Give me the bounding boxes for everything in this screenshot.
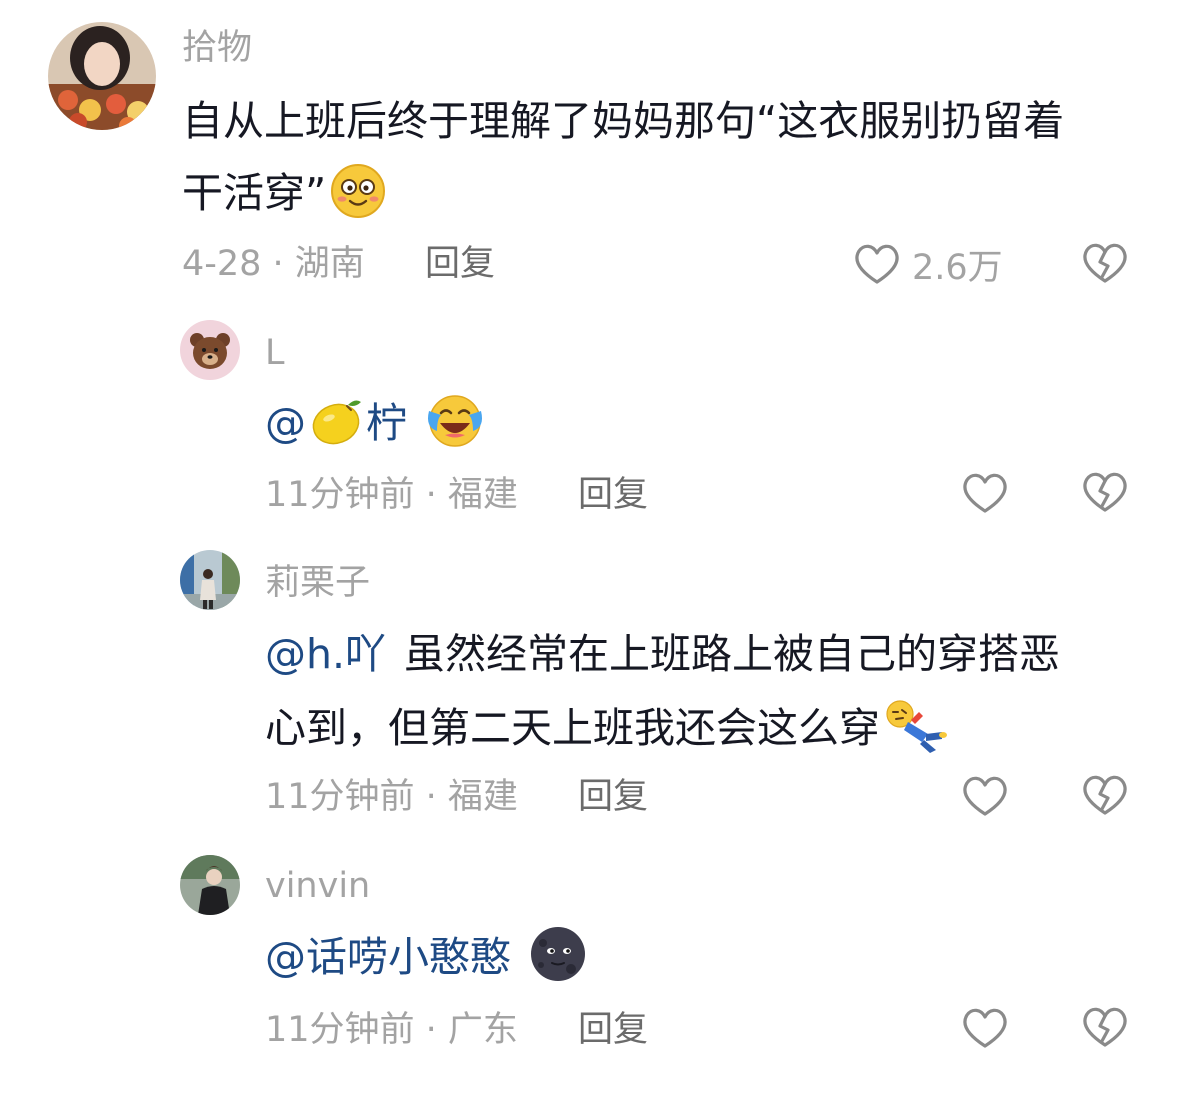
reply-button[interactable]: 回复	[578, 777, 648, 817]
reply-text: 心到，但第二天上班我还会这么穿	[265, 692, 952, 764]
reply-button[interactable]: 回复	[425, 244, 495, 284]
mention-link[interactable]: @ 柠	[265, 399, 407, 447]
reply-button[interactable]: 回复	[578, 475, 648, 515]
avatar[interactable]	[180, 855, 240, 915]
username[interactable]: 莉栗子	[265, 563, 370, 603]
heart-outline-icon	[852, 240, 902, 288]
comment-text-line: 自从上班后终于理解了妈妈那句“这衣服别扔留着	[182, 97, 1065, 145]
reply-meta: 11分钟前 · 福建	[265, 475, 518, 515]
like-button[interactable]	[960, 771, 1010, 821]
comment-text-line: 干活穿”	[182, 169, 327, 217]
lemon-emoji	[308, 393, 364, 449]
reply-button[interactable]: 回复	[578, 1010, 648, 1050]
mention-at: @	[265, 399, 306, 447]
reply-text-line: 心到，但第二天上班我还会这么穿	[265, 704, 880, 752]
comment-text: 自从上班后终于理解了妈妈那句“这衣服别扔留着	[182, 85, 1064, 157]
laughing-crying-emoji	[425, 393, 485, 449]
avatar[interactable]	[48, 22, 156, 130]
smiling-face-emoji	[330, 163, 386, 219]
like-button[interactable]: 2.6万	[852, 239, 1003, 289]
heart-outline-icon	[960, 1004, 1010, 1052]
heart-outline-icon	[960, 469, 1010, 517]
reply-text: @ 柠	[265, 387, 489, 459]
mention-link[interactable]: @h.吖	[265, 630, 386, 678]
like-button[interactable]	[960, 1003, 1010, 1053]
mention-link[interactable]: @话唠小憨憨	[265, 933, 511, 981]
reply-text: @h.吖 虽然经常在上班路上被自己的穿搭恶	[265, 618, 1060, 690]
comment-meta: 4-28 · 湖南	[182, 244, 365, 284]
reply-item: vinvin @话唠小憨憨 11分钟前 · 广东 回复	[0, 835, 1179, 1096]
username[interactable]: vinvin	[265, 866, 370, 906]
like-button[interactable]	[960, 468, 1010, 518]
reply-item: 莉栗子 @h.吖 虽然经常在上班路上被自己的穿搭恶 心到，但第二天上班我还会这么穿…	[0, 530, 1179, 830]
dark-moon-face-emoji	[529, 925, 587, 983]
avatar[interactable]	[180, 320, 240, 380]
avatar[interactable]	[180, 550, 240, 610]
reply-meta: 11分钟前 · 广东	[265, 1010, 518, 1050]
username[interactable]: L	[265, 333, 285, 373]
comment-text: 干活穿”	[182, 157, 390, 229]
username[interactable]: 拾物	[182, 28, 252, 68]
lying-down-emoji	[884, 698, 948, 754]
reply-text-line: 虽然经常在上班路上被自己的穿搭恶	[404, 630, 1061, 678]
mention-name: 柠	[366, 399, 407, 447]
broken-heart-icon[interactable]	[1080, 771, 1130, 821]
like-count: 2.6万	[912, 247, 1003, 288]
comment-item: 拾物 自从上班后终于理解了妈妈那句“这衣服别扔留着 干活穿” 4-28 · 湖南…	[0, 0, 1179, 300]
broken-heart-icon[interactable]	[1080, 468, 1130, 518]
broken-heart-icon[interactable]	[1080, 1003, 1130, 1053]
broken-heart-icon[interactable]	[1080, 239, 1130, 289]
reply-item: L @ 柠 11分钟前 · 福建 回复	[0, 300, 1179, 530]
heart-outline-icon	[960, 772, 1010, 820]
reply-text: @话唠小憨憨	[265, 921, 591, 993]
reply-meta: 11分钟前 · 福建	[265, 777, 518, 817]
